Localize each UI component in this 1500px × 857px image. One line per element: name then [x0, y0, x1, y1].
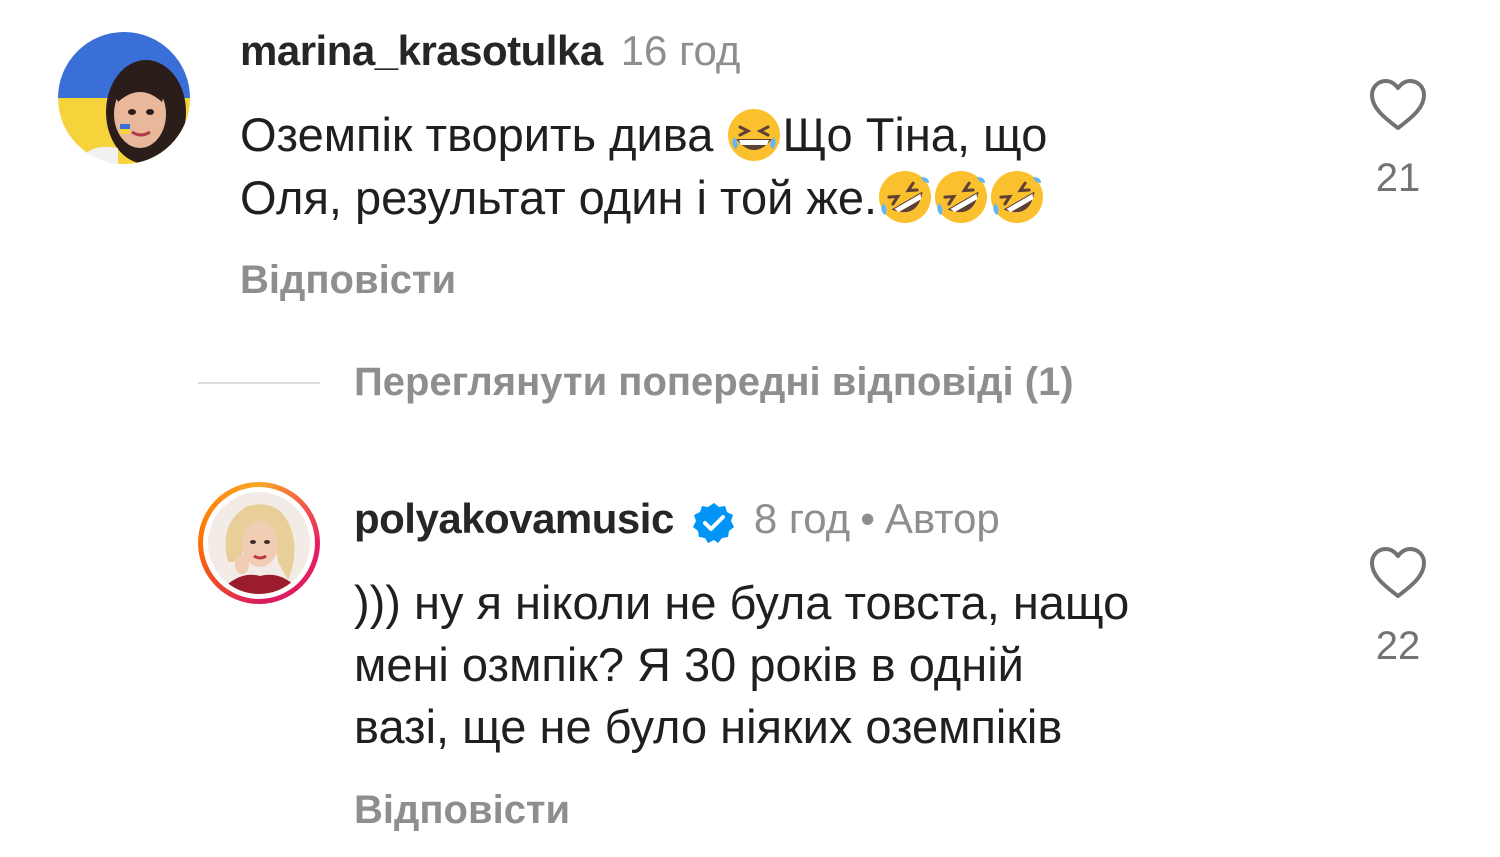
like-control: 22: [1358, 546, 1438, 669]
heart-outline-icon[interactable]: [1358, 546, 1438, 600]
like-count: 22: [1375, 624, 1421, 668]
like-count: 21: [1375, 156, 1421, 200]
username[interactable]: marina_krasotulka: [240, 27, 603, 74]
reply-button[interactable]: Відповісти: [354, 788, 570, 833]
rolling-on-floor-laughing-emoji: [989, 169, 1045, 225]
comment-text: ))) ну я ніколи не була товста, нащо мен…: [354, 572, 1314, 758]
avatar-marina[interactable]: [58, 32, 190, 164]
comment-text: Оземпік творить дива Що Тіна, що Оля, ре…: [240, 104, 1320, 229]
view-replies-label[interactable]: Переглянути попередні відповіді (1): [354, 360, 1074, 405]
divider-line: [198, 381, 320, 384]
heart-outline-icon[interactable]: [1358, 78, 1438, 132]
comment-polyakova: polyakovamusic 8 год • Автор ))) ну я ніко…: [0, 470, 1500, 857]
separator-dot: •: [860, 495, 875, 542]
comment-marina: marina_krasotulka 16 год Оземпік творить …: [0, 0, 1500, 330]
comment-text-line: Оземпік творить дива: [240, 108, 727, 161]
verified-badge-icon: [692, 501, 736, 549]
like-control: 21: [1358, 78, 1438, 201]
username[interactable]: polyakovamusic: [354, 495, 674, 542]
avatar-polyakova: [208, 492, 310, 594]
timestamp: 16 год: [620, 27, 741, 74]
timestamp: 8 год: [753, 495, 851, 542]
view-previous-replies[interactable]: Переглянути попередні відповіді (1): [198, 360, 1074, 405]
comment-text-line: Що Тіна, що: [782, 108, 1048, 161]
comment-text-line: вазі, ще не було ніяких оземпіків: [354, 700, 1063, 753]
reply-button[interactable]: Відповісти: [240, 258, 456, 303]
comment-text-line: мені озмпік? Я 30 років в одній: [354, 638, 1024, 691]
comment-text-line: ))) ну я ніколи не була товста, нащо: [354, 576, 1130, 629]
avatar-story-ring[interactable]: [198, 482, 320, 604]
rolling-on-floor-laughing-emoji: [933, 169, 989, 225]
comment-text-line: Оля, результат один і той же.: [240, 170, 878, 224]
rolling-on-floor-laughing-emoji: [877, 169, 933, 225]
comment-header: marina_krasotulka 16 год: [240, 30, 740, 72]
comment-header: polyakovamusic 8 год • Автор: [354, 498, 1000, 553]
author-label: Автор: [884, 495, 1000, 542]
grinning-squinting-face-emoji: [726, 107, 782, 163]
